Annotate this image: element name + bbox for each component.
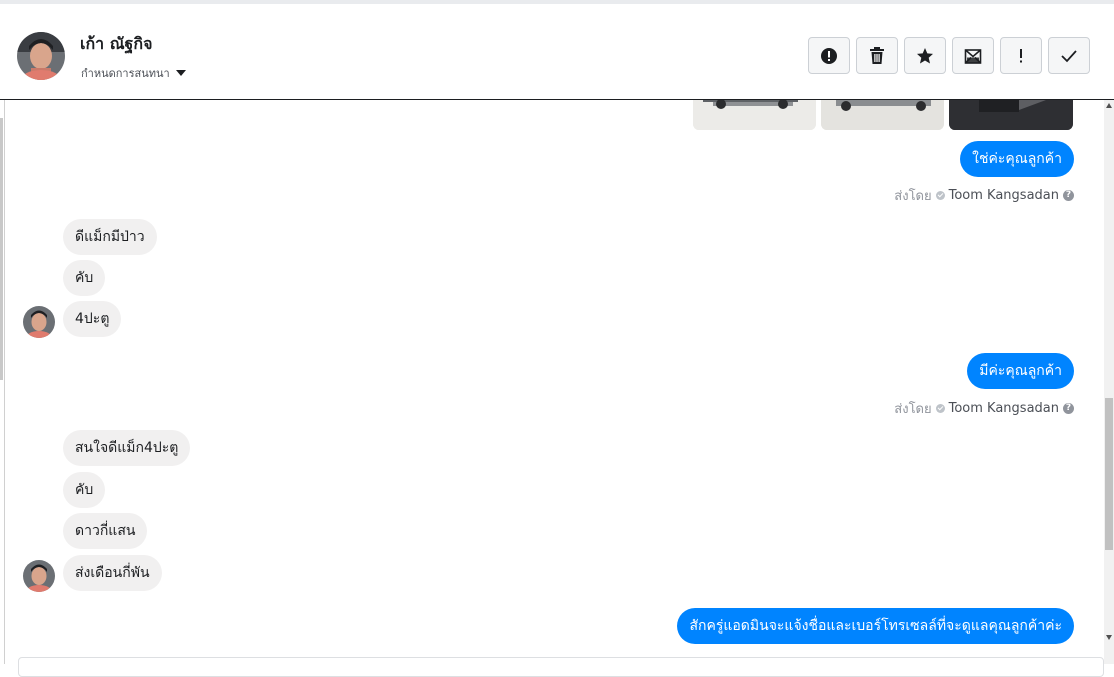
photo-attachment[interactable]	[949, 100, 1073, 130]
incoming-message[interactable]: สนใจดีแม็ก4ปะตู	[63, 430, 191, 466]
scrollbar-thumb[interactable]	[1105, 398, 1113, 550]
question-icon[interactable]: ?	[1063, 403, 1074, 414]
important-button[interactable]	[1000, 37, 1042, 74]
message-thread: ใช่ค่ะคุณลูกค้า ส่งโดย Toom Kangsadan ? …	[5, 100, 1104, 664]
done-button[interactable]	[1048, 37, 1090, 74]
star-button[interactable]	[904, 37, 946, 74]
incoming-message[interactable]: คับ	[63, 260, 106, 296]
contact-name[interactable]: เก้า ณัฐกิจ	[80, 32, 152, 57]
caret-down-icon	[175, 70, 186, 76]
conversation-header: เก้า ณัฐกิจ กำหนดการสนทนา	[0, 0, 1114, 100]
sender-name[interactable]: Toom Kangsadan	[949, 401, 1059, 416]
sent-by-label: ส่งโดย	[894, 189, 932, 204]
sent-by-line: ส่งโดย Toom Kangsadan ?	[894, 185, 1074, 206]
photo-attachment[interactable]	[693, 100, 816, 130]
sender-name[interactable]: Toom Kangsadan	[949, 188, 1059, 203]
verified-check-icon	[935, 191, 945, 200]
scroll-up-arrow-icon[interactable]	[1106, 103, 1112, 108]
delete-button[interactable]	[856, 37, 898, 74]
star-icon	[917, 47, 933, 63]
incoming-message[interactable]: 4ปะตู	[63, 301, 122, 337]
scroll-down-arrow-icon[interactable]	[1106, 635, 1112, 640]
message-composer-input[interactable]	[18, 657, 1104, 677]
contact-avatar-small[interactable]	[23, 306, 55, 338]
question-icon[interactable]: ?	[1063, 190, 1074, 201]
check-icon	[1061, 49, 1077, 62]
sent-by-label: ส่งโดย	[894, 402, 932, 417]
photo-attachment[interactable]	[821, 100, 944, 130]
incoming-message[interactable]: คับ	[63, 472, 106, 508]
mark-unread-button[interactable]	[952, 37, 994, 74]
incoming-message[interactable]: ส่งเดือนกี่พัน	[63, 555, 162, 591]
incoming-message[interactable]: ดาวกี่แสน	[63, 513, 148, 549]
incoming-message[interactable]: ดีแม็กมีป่าว	[63, 219, 157, 255]
outgoing-message[interactable]: มีค่ะคุณลูกค้า	[967, 353, 1074, 389]
contact-avatar-small[interactable]	[23, 560, 55, 592]
conversation-actions	[808, 37, 1090, 74]
outgoing-message[interactable]: สักครู่แอดมินจะแจ้งชื่อและเบอร์โทรเซลล์ท…	[677, 608, 1074, 644]
conversation-settings-label: กำหนดการสนทนา	[81, 67, 170, 80]
envelope-icon	[964, 48, 982, 64]
thread-scrollbar[interactable]	[1104, 100, 1114, 664]
outgoing-message[interactable]: ใช่ค่ะคุณลูกค้า	[960, 141, 1074, 177]
alert-circle-icon	[821, 47, 837, 64]
trash-icon	[870, 46, 884, 64]
verified-check-icon	[935, 404, 945, 413]
conversation-settings-dropdown[interactable]: กำหนดการสนทนา	[81, 64, 186, 82]
left-scrollbar[interactable]	[0, 118, 3, 380]
contact-avatar[interactable]	[17, 32, 65, 80]
sent-by-line: ส่งโดย Toom Kangsadan ?	[894, 398, 1074, 419]
exclamation-icon	[1020, 48, 1022, 62]
mark-spam-button[interactable]	[808, 37, 850, 74]
